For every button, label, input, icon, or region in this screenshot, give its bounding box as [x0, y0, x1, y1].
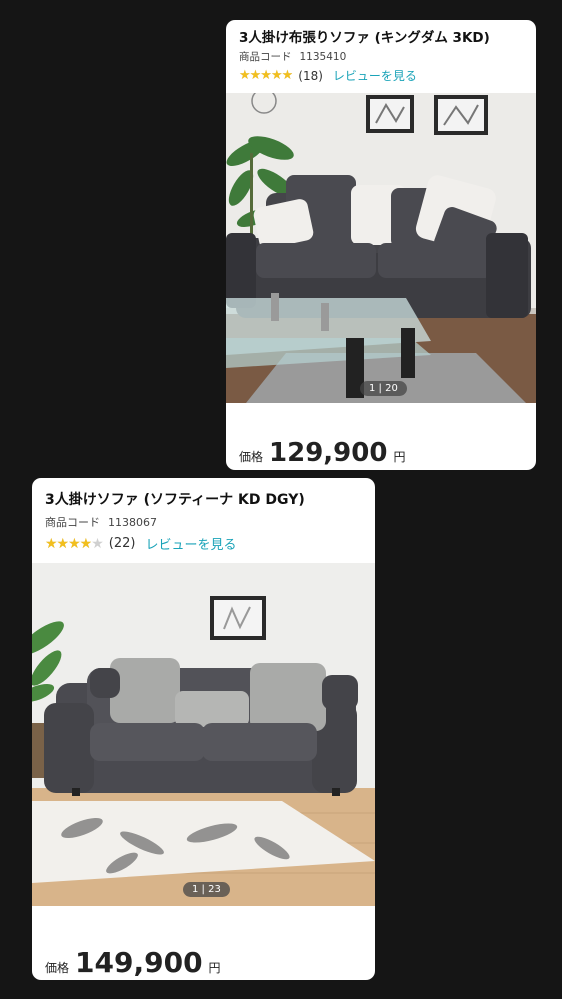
sofa-photo-kingdom [226, 93, 536, 403]
product-card-kingdom[interactable]: 3人掛け布張りソファ (キングダム 3KD) 商品コード 1135410 ★★★★… [226, 20, 536, 470]
price-row: 価格 129,900 円 [239, 438, 405, 468]
product-title[interactable]: 3人掛けソファ (ソフティーナ KD DGY) [45, 489, 305, 509]
product-card-softina[interactable]: 3人掛けソファ (ソフティーナ KD DGY) 商品コード 1138067 ★★★… [32, 478, 375, 980]
product-code-label: 商品コード [239, 51, 292, 63]
price-label: 価格 [45, 961, 70, 975]
product-image[interactable] [32, 563, 375, 906]
rating-row: ★★★★★ ★★★★★ (18) レビューを見る [239, 67, 417, 84]
image-pager: 1 | 20 [360, 381, 407, 396]
product-code-label: 商品コード [45, 516, 100, 529]
product-image[interactable] [226, 93, 536, 403]
review-count: (18) [298, 68, 323, 83]
price-currency: 円 [208, 961, 221, 975]
price-value: 129,900 [269, 438, 388, 468]
star-rating-icon: ★★★★★ ★★★★★ [45, 535, 104, 552]
view-reviews-link[interactable]: レビューを見る [333, 67, 417, 84]
price-value: 149,900 [75, 946, 203, 979]
product-code: 商品コード 1135410 [239, 49, 346, 64]
product-code-value: 1135410 [299, 51, 347, 63]
image-pager: 1 | 23 [183, 882, 230, 897]
star-rating-icon: ★★★★★ ★★★★★ [239, 68, 293, 83]
rating-row: ★★★★★ ★★★★★ (22) レビューを見る [45, 534, 236, 554]
sofa-photo-softina [32, 563, 375, 906]
product-code-value: 1138067 [108, 516, 157, 529]
product-title[interactable]: 3人掛け布張りソファ (キングダム 3KD) [239, 26, 490, 46]
product-code: 商品コード 1138067 [45, 514, 157, 530]
view-reviews-link[interactable]: レビューを見る [145, 534, 236, 553]
price-row: 価格 149,900 円 [45, 946, 221, 979]
price-currency: 円 [393, 450, 406, 464]
price-label: 価格 [239, 450, 264, 464]
review-count: (22) [108, 536, 136, 551]
